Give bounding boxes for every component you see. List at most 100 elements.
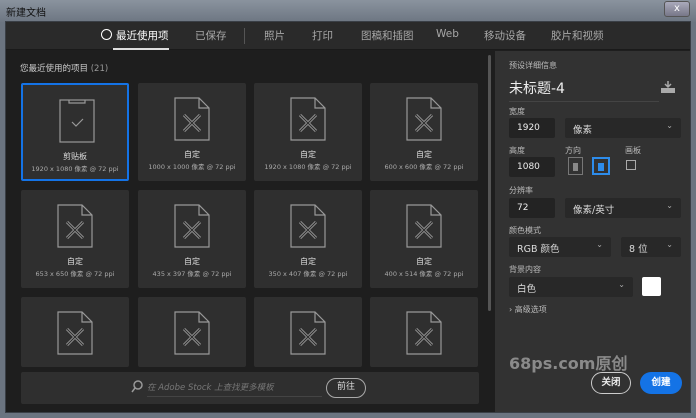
- custom-document-icon: [406, 204, 442, 248]
- save-preset-icon[interactable]: [661, 81, 675, 93]
- resolution-input[interactable]: 72: [509, 198, 555, 218]
- recent-count: (21): [90, 64, 109, 74]
- resolution-label: 分辨率: [509, 186, 533, 195]
- tab-web[interactable]: Web: [436, 28, 459, 40]
- custom-document-icon: [174, 97, 210, 141]
- tab-saved[interactable]: 已保存: [195, 28, 227, 43]
- window-title: 新建文档: [6, 8, 46, 19]
- background-value: 白色: [517, 284, 537, 295]
- tab-mobile[interactable]: 移动设备: [484, 28, 526, 43]
- tab-print[interactable]: 打印: [312, 28, 333, 43]
- preset-header: 预设详细信息: [509, 61, 557, 70]
- chevron-down-icon: ⌄: [666, 240, 673, 249]
- landscape-orientation-icon[interactable]: [592, 157, 610, 175]
- preset-size: 600 x 600 像素 @ 72 ppi: [384, 163, 464, 171]
- background-color-swatch[interactable]: [642, 277, 661, 296]
- stock-search-bar: 在 Adobe Stock 上查找更多模板 前往: [21, 372, 479, 404]
- preset-card[interactable]: 剪贴板 1920 x 1080 像素 @ 72 ppi: [21, 83, 129, 181]
- document-name-input[interactable]: 未标题-4: [509, 78, 659, 102]
- custom-document-icon: [57, 311, 93, 355]
- preset-card[interactable]: 自定 653 x 650 像素 @ 72 ppi: [21, 190, 129, 288]
- width-label: 宽度: [509, 107, 525, 116]
- preset-card[interactable]: [21, 297, 129, 367]
- preset-card[interactable]: 自定 1000 x 1000 像素 @ 72 ppi: [138, 83, 246, 181]
- width-input[interactable]: 1920: [509, 118, 555, 138]
- tab-recent[interactable]: 最近使用项: [101, 28, 169, 50]
- preset-name: 自定: [184, 150, 200, 159]
- preset-size: 400 x 514 像素 @ 72 ppi: [384, 270, 464, 278]
- create-button[interactable]: 创建: [640, 372, 682, 394]
- clock-icon: [101, 29, 112, 40]
- artboard-label: 画板: [625, 146, 641, 155]
- color-mode-label: 颜色模式: [509, 226, 541, 235]
- category-tabs: 最近使用项 已保存 照片 打印 图稿和插图 Web 移动设备 胶片和视频: [6, 22, 690, 50]
- preset-size: 1000 x 1000 像素 @ 72 ppi: [148, 163, 236, 171]
- height-label: 高度: [509, 146, 525, 155]
- preset-name: 剪贴板: [63, 152, 87, 161]
- portrait-orientation-icon[interactable]: [568, 157, 583, 175]
- preset-card[interactable]: 自定 400 x 514 像素 @ 72 ppi: [370, 190, 478, 288]
- custom-document-icon: [406, 311, 442, 355]
- color-mode-value: RGB 颜色: [517, 244, 560, 255]
- preset-card[interactable]: [254, 297, 362, 367]
- preset-name: 自定: [67, 257, 83, 266]
- custom-document-icon: [174, 204, 210, 248]
- preset-name: 自定: [184, 257, 200, 266]
- preset-card[interactable]: 自定 435 x 397 像素 @ 72 ppi: [138, 190, 246, 288]
- tab-art[interactable]: 图稿和插图: [361, 28, 414, 43]
- preset-name: 自定: [300, 257, 316, 266]
- preset-size: 653 x 650 像素 @ 72 ppi: [35, 270, 115, 278]
- custom-document-icon: [290, 97, 326, 141]
- preset-details-panel: 预设详细信息 未标题-4 宽度 1920 像素 ⌄ 高度 方向 画板 1080 分…: [495, 51, 690, 412]
- color-mode-select[interactable]: RGB 颜色 ⌄: [509, 237, 611, 257]
- custom-document-icon: [290, 311, 326, 355]
- custom-document-icon: [57, 204, 93, 248]
- custom-document-icon: [290, 204, 326, 248]
- new-document-dialog: 最近使用项 已保存 照片 打印 图稿和插图 Web 移动设备 胶片和视频 您最近…: [5, 21, 691, 413]
- preset-size: 435 x 397 像素 @ 72 ppi: [152, 270, 232, 278]
- watermark: 68ps.com原创: [509, 354, 628, 373]
- preset-card[interactable]: [138, 297, 246, 367]
- preset-card[interactable]: 自定 600 x 600 像素 @ 72 ppi: [370, 83, 478, 181]
- orientation-label: 方向: [565, 146, 581, 155]
- width-unit-select[interactable]: 像素 ⌄: [565, 118, 681, 138]
- preset-card[interactable]: 自定 1920 x 1080 像素 @ 72 ppi: [254, 83, 362, 181]
- background-select[interactable]: 白色 ⌄: [509, 277, 633, 297]
- clipboard-icon: [59, 99, 95, 143]
- chevron-down-icon: ⌄: [666, 201, 673, 210]
- preset-size: 1920 x 1080 像素 @ 72 ppi: [31, 165, 119, 173]
- tab-label: 最近使用项: [116, 30, 169, 42]
- chevron-down-icon: ⌄: [618, 280, 625, 289]
- go-button[interactable]: 前往: [326, 378, 366, 398]
- resolution-unit-select[interactable]: 像素/英寸 ⌄: [565, 198, 681, 218]
- stock-search-input[interactable]: 在 Adobe Stock 上查找更多模板: [147, 381, 322, 397]
- preset-name: 自定: [416, 257, 432, 266]
- bit-depth-value: 8 位: [629, 244, 648, 255]
- preset-size: 350 x 407 像素 @ 72 ppi: [268, 270, 348, 278]
- chevron-down-icon: ⌄: [596, 240, 603, 249]
- height-input[interactable]: 1080: [509, 157, 555, 177]
- chevron-down-icon: ⌄: [666, 121, 673, 130]
- close-button[interactable]: 关闭: [591, 372, 631, 394]
- tab-film[interactable]: 胶片和视频: [551, 28, 604, 43]
- recent-title: 您最近使用的项目: [20, 64, 89, 74]
- background-label: 背景内容: [509, 265, 541, 274]
- artboard-checkbox[interactable]: [626, 160, 636, 170]
- custom-document-icon: [174, 311, 210, 355]
- advanced-label: 高级选项: [514, 305, 547, 314]
- advanced-options-toggle[interactable]: › 高级选项: [509, 304, 547, 315]
- bit-depth-select[interactable]: 8 位 ⌄: [621, 237, 681, 257]
- preset-size: 1920 x 1080 像素 @ 72 ppi: [264, 163, 352, 171]
- width-unit-value: 像素: [573, 125, 593, 136]
- custom-document-icon: [406, 97, 442, 141]
- title-bar: 新建文档 x: [0, 0, 696, 22]
- tab-photo[interactable]: 照片: [264, 28, 285, 43]
- preset-card[interactable]: 自定 350 x 407 像素 @ 72 ppi: [254, 190, 362, 288]
- scrollbar[interactable]: [488, 55, 491, 311]
- divider: [244, 28, 245, 44]
- close-window-button[interactable]: x: [664, 1, 690, 17]
- search-icon: [131, 380, 143, 393]
- preset-name: 自定: [416, 150, 432, 159]
- preset-name: 自定: [300, 150, 316, 159]
- preset-card[interactable]: [370, 297, 478, 367]
